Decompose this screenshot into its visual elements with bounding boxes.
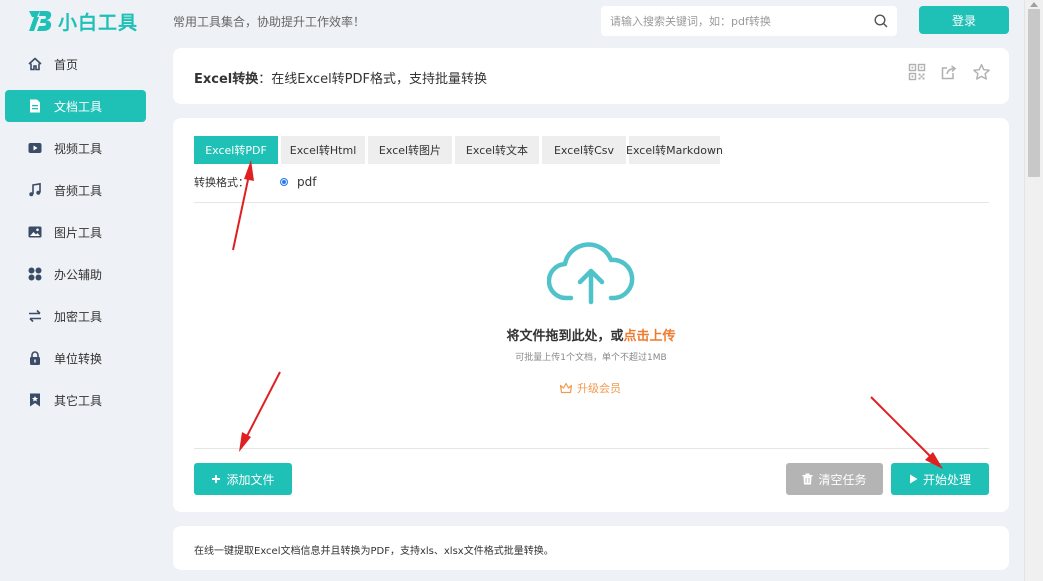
app-name: 小白工具	[58, 11, 139, 34]
sidebar-item-label: 其它工具	[54, 393, 103, 408]
star-icon[interactable]	[971, 62, 991, 82]
title-card: Excel转换：在线Excel转PDF格式，支持批量转换	[173, 48, 1009, 104]
music-icon	[27, 182, 43, 198]
document-icon	[27, 98, 43, 114]
drop-zone-label: 将文件拖到此处，或	[506, 329, 624, 344]
sidebar-item-home[interactable]: 首页	[5, 48, 146, 80]
add-file-button[interactable]: 添加文件	[194, 463, 292, 495]
plus-icon	[211, 474, 221, 484]
sidebar-item-image-tools[interactable]: 图片工具	[5, 216, 146, 248]
tab-excel-to-markdown[interactable]: Excel转Markdown	[626, 136, 723, 164]
search-icon[interactable]	[873, 13, 889, 29]
site-tagline: 常用工具集合，协助提升工作效率！	[173, 15, 366, 29]
conversion-tabs: Excel转PDF Excel转Html Excel转图片 Excel转文本 E…	[194, 136, 723, 164]
home-icon	[27, 56, 43, 72]
sidebar-item-label: 图片工具	[54, 225, 103, 240]
upgrade-membership-link[interactable]: 升级会员	[559, 380, 621, 396]
logo-icon	[29, 11, 52, 31]
drop-zone-text: 将文件拖到此处，或点击上传	[173, 325, 1009, 344]
sidebar-item-label: 单位转换	[54, 351, 103, 366]
grid-icon	[27, 266, 43, 282]
format-option-label[interactable]: pdf	[297, 175, 316, 189]
description-card: 在线一键提取Excel文档信息并且转换为PDF，支持xls、xlsx文件格式批量…	[173, 526, 1009, 570]
converter-panel: Excel转PDF Excel转Html Excel转图片 Excel转文本 E…	[173, 118, 1009, 512]
sidebar: 小白工具 首页 文档工具 视频工具 音频工具 图片工具 办公辅助 加密工具 单位…	[0, 0, 155, 581]
logo[interactable]: 小白工具	[26, 6, 138, 36]
crown-icon	[559, 382, 573, 394]
cloud-upload-icon[interactable]	[547, 238, 635, 306]
video-icon	[27, 140, 43, 156]
format-radio-pdf[interactable]	[280, 178, 288, 186]
sidebar-item-label: 视频工具	[54, 141, 103, 156]
start-processing-label: 开始处理	[922, 472, 971, 487]
sidebar-item-label: 文档工具	[54, 99, 103, 114]
tab-excel-to-csv[interactable]: Excel转Csv	[542, 136, 626, 164]
add-file-label: 添加文件	[226, 472, 275, 487]
sidebar-item-label: 办公辅助	[54, 267, 103, 282]
page-scrollbar[interactable]	[1024, 0, 1043, 581]
sidebar-item-office-assist[interactable]: 办公辅助	[5, 258, 146, 290]
divider	[194, 448, 989, 449]
play-icon	[909, 474, 918, 484]
sidebar-item-label: 音频工具	[54, 183, 103, 198]
login-button[interactable]: 登录	[919, 6, 1009, 34]
sidebar-item-document-tools[interactable]: 文档工具	[5, 90, 146, 122]
sidebar-item-encryption-tools[interactable]: 加密工具	[5, 300, 146, 332]
trash-icon	[802, 473, 813, 485]
swap-icon	[27, 308, 43, 324]
start-processing-button[interactable]: 开始处理	[891, 463, 989, 495]
sidebar-item-unit-conversion[interactable]: 单位转换	[5, 342, 146, 374]
clear-tasks-button[interactable]: 清空任务	[786, 463, 883, 495]
format-label: 转换格式：	[194, 176, 249, 189]
scroll-up-arrow-icon[interactable]	[1030, 2, 1038, 7]
qrcode-icon[interactable]	[907, 62, 927, 82]
sidebar-item-label: 首页	[54, 57, 79, 72]
sidebar-item-other-tools[interactable]: 其它工具	[5, 384, 146, 416]
sidebar-item-video-tools[interactable]: 视频工具	[5, 132, 146, 164]
tab-excel-to-text[interactable]: Excel转文本	[455, 136, 539, 164]
tool-description: 在线一键提取Excel文档信息并且转换为PDF，支持xls、xlsx文件格式批量…	[194, 546, 554, 557]
clear-tasks-label: 清空任务	[818, 472, 867, 487]
divider	[194, 202, 989, 203]
page-title-bold: Excel转换	[194, 72, 259, 87]
page-title-rest: ：在线Excel转PDF格式，支持批量转换	[258, 72, 488, 87]
bookmark-icon	[27, 392, 43, 408]
search-box	[601, 6, 897, 36]
sidebar-item-audio-tools[interactable]: 音频工具	[5, 174, 146, 206]
lock-icon	[27, 350, 43, 366]
upgrade-label: 升级会员	[577, 382, 621, 395]
scroll-thumb[interactable]	[1028, 9, 1040, 177]
sidebar-item-label: 加密工具	[54, 309, 103, 324]
search-input[interactable]	[610, 14, 870, 28]
tab-excel-to-pdf[interactable]: Excel转PDF	[194, 136, 278, 164]
format-row: 转换格式： pdf	[194, 174, 316, 190]
image-icon	[27, 224, 43, 240]
tab-excel-to-image[interactable]: Excel转图片	[368, 136, 452, 164]
page-title: Excel转换：在线Excel转PDF格式，支持批量转换	[194, 68, 487, 87]
title-actions	[907, 62, 991, 82]
click-upload-link[interactable]: 点击上传	[624, 329, 676, 344]
tab-excel-to-html[interactable]: Excel转Html	[281, 136, 365, 164]
upload-limit-text: 可批量上传1个文档，单个不超过1MB	[515, 353, 667, 363]
share-icon[interactable]	[939, 62, 959, 82]
sidebar-nav: 首页 文档工具 视频工具 音频工具 图片工具 办公辅助 加密工具 单位转换 其它…	[5, 48, 146, 426]
